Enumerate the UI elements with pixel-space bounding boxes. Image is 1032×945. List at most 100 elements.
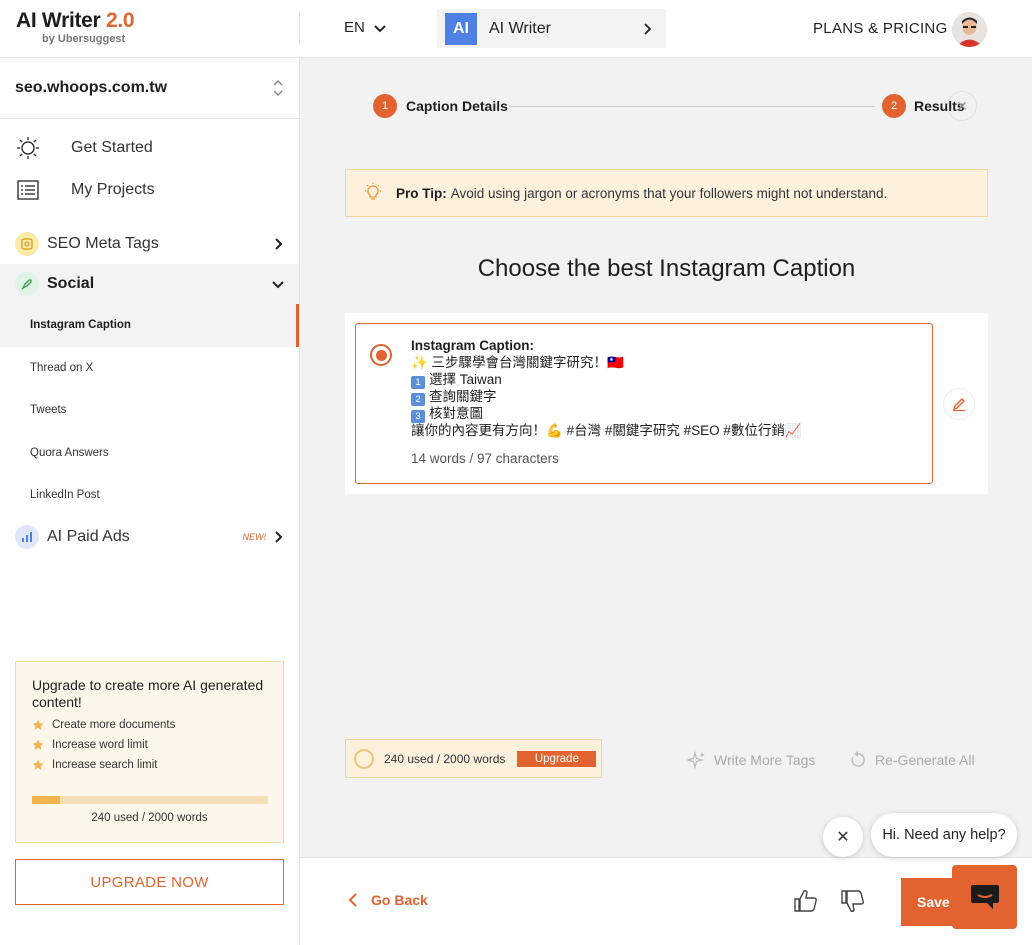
perk-label: Increase word limit: [52, 739, 148, 751]
upgrade-card: Upgrade to create more AI generated cont…: [15, 661, 284, 843]
regenerate-label: Re-Generate All: [875, 752, 975, 768]
step-2-indicator: 2: [882, 94, 906, 118]
caption-line-item: 1 選擇 Taiwan: [411, 372, 802, 389]
caption-line: ✨ 三步驟學會台灣關鍵字研究！🇹🇼: [411, 354, 624, 370]
chevron-right-icon: [275, 530, 283, 543]
sun-icon: [15, 135, 41, 161]
caption-word-count: 14 words / 97 characters: [411, 451, 559, 466]
stepper: 1 Caption Details 2 Results: [373, 94, 978, 120]
nav-label: Get Started: [71, 139, 153, 156]
site-selector[interactable]: seo.whoops.com.tw: [0, 58, 299, 119]
step-1-label: Caption Details: [406, 98, 508, 114]
perk-label: Increase search limit: [52, 759, 158, 771]
caption-text: Instagram Caption: ✨ 三步驟學會台灣關鍵字研究！🇹🇼 1 選擇…: [411, 338, 802, 439]
usage-progress-bar: [32, 796, 268, 804]
write-more-tags-button[interactable]: Write More Tags: [687, 750, 815, 770]
chat-close-icon[interactable]: ✕: [823, 817, 863, 857]
chevron-left-icon: [348, 893, 357, 907]
sidebar-item-quora-answers[interactable]: Quora Answers: [0, 432, 299, 475]
upgrade-now-button[interactable]: UPGRADE NOW: [15, 859, 284, 905]
usage-ring-icon: [354, 748, 374, 769]
caption-radio-selected[interactable]: [370, 344, 392, 366]
chat-icon: [970, 885, 999, 909]
refresh-icon: [851, 751, 865, 767]
usage-pill-text: 240 used / 2000 words: [384, 751, 506, 766]
header-divider: [299, 12, 300, 44]
chat-launcher-button[interactable]: [952, 865, 1017, 929]
category-ai-paid-ads[interactable]: AI Paid Ads NEW!: [0, 517, 299, 557]
caption-line: 選擇 Taiwan: [429, 371, 502, 387]
thumbs-up-icon[interactable]: [791, 886, 821, 916]
pro-tip-banner: Pro Tip: Avoid using jargon or acronyms …: [345, 169, 988, 217]
step-1-indicator: 1: [373, 94, 397, 118]
sidebar-item-instagram-caption[interactable]: Instagram Caption: [0, 304, 299, 347]
caption-line-item: 3 核對意圖: [411, 406, 802, 423]
nav-label: My Projects: [71, 181, 155, 198]
perk-label: Create more documents: [52, 719, 176, 731]
caption-heading: Instagram Caption:: [411, 338, 535, 353]
top-bar: AI Writer 2.0 by Ubersuggest EN AI AI Wr…: [0, 0, 1032, 58]
usage-progress-fill: [32, 796, 61, 804]
regenerate-all-button[interactable]: Re-Generate All: [848, 750, 975, 770]
caption-line: 讓你的內容更有方向！💪 #台灣 #關鍵字研究 #SEO #數位行銷📈: [411, 422, 802, 438]
list-icon: [15, 177, 41, 203]
caption-line-item: 2 查詢關鍵字: [411, 389, 802, 406]
sidebar: seo.whoops.com.tw Get Started My Project…: [0, 58, 300, 945]
results-panel: Instagram Caption: ✨ 三步驟學會台灣關鍵字研究！🇹🇼 1 選擇…: [345, 313, 988, 494]
keycap-3-icon: 3: [411, 409, 425, 423]
close-icon[interactable]: ✕: [947, 91, 977, 121]
category-seo-meta-tags[interactable]: SEO Meta Tags: [0, 224, 299, 264]
upgrade-card-title: Upgrade to create more AI generated cont…: [32, 677, 264, 710]
chevron-down-icon: [272, 281, 284, 289]
footer-bar: Go Back Save: [300, 857, 1032, 945]
pro-tip-label: Pro Tip:: [396, 185, 447, 201]
plans-pricing-link[interactable]: PLANS & PRICING: [813, 20, 948, 37]
star-icon: [32, 739, 44, 750]
logo-version: 2.0: [105, 9, 135, 32]
chevron-down-icon: [374, 24, 386, 32]
up-down-chevron-icon: [273, 79, 283, 97]
user-avatar[interactable]: [952, 12, 987, 47]
category-label: AI Paid Ads: [47, 527, 130, 545]
caption-option-card[interactable]: Instagram Caption: ✨ 三步驟學會台灣關鍵字研究！🇹🇼 1 選擇…: [355, 323, 933, 484]
go-back-label: Go Back: [371, 892, 428, 908]
new-badge: NEW!: [242, 531, 267, 542]
perk-item: Increase search limit: [32, 759, 267, 771]
thumbs-down-icon[interactable]: [838, 886, 868, 916]
pro-tip-text: Avoid using jargon or acronyms that your…: [450, 185, 888, 201]
ai-badge-icon: AI: [445, 12, 477, 45]
sidebar-item-tweets[interactable]: Tweets: [0, 389, 299, 432]
keycap-1-icon: 1: [411, 375, 425, 389]
edit-pencil-icon[interactable]: [943, 388, 975, 420]
sidebar-item-thread-on-x[interactable]: Thread on X: [0, 347, 299, 390]
category-label: Social: [47, 275, 95, 292]
write-more-label: Write More Tags: [714, 752, 816, 768]
language-selector[interactable]: EN: [344, 19, 387, 36]
category-label: SEO Meta Tags: [47, 235, 159, 252]
usage-pill: 240 used / 2000 words Upgrade: [345, 739, 602, 778]
nav-get-started[interactable]: Get Started: [0, 127, 299, 169]
perk-item: Create more documents: [32, 719, 267, 731]
language-label: EN: [344, 19, 365, 36]
avatar-image: [952, 12, 987, 47]
keycap-2-icon: 2: [411, 392, 425, 406]
chart-icon: [15, 524, 39, 549]
logo[interactable]: AI Writer 2.0 by Ubersuggest: [16, 9, 135, 45]
caption-line: 核對意圖: [429, 405, 483, 421]
lightbulb-icon: [365, 182, 381, 200]
app-selector[interactable]: AI AI Writer: [437, 9, 666, 48]
chevron-right-icon: [275, 238, 283, 250]
page-title: Choose the best Instagram Caption: [477, 255, 856, 282]
nav-my-projects[interactable]: My Projects: [0, 169, 299, 211]
sparkle-icon: [687, 750, 705, 770]
upgrade-button[interactable]: Upgrade: [517, 750, 597, 767]
chat-greeting-bubble[interactable]: Hi. Need any help?: [871, 813, 1017, 857]
chevron-right-icon: [644, 22, 652, 35]
go-back-button[interactable]: Go Back: [345, 892, 428, 908]
category-social[interactable]: Social: [0, 264, 299, 304]
tag-icon: [15, 232, 39, 256]
sidebar-item-linkedin-post[interactable]: LinkedIn Post: [0, 474, 299, 517]
rocket-icon: [15, 272, 39, 296]
perk-item: Increase word limit: [32, 739, 267, 751]
app-name: AI Writer: [489, 19, 551, 37]
